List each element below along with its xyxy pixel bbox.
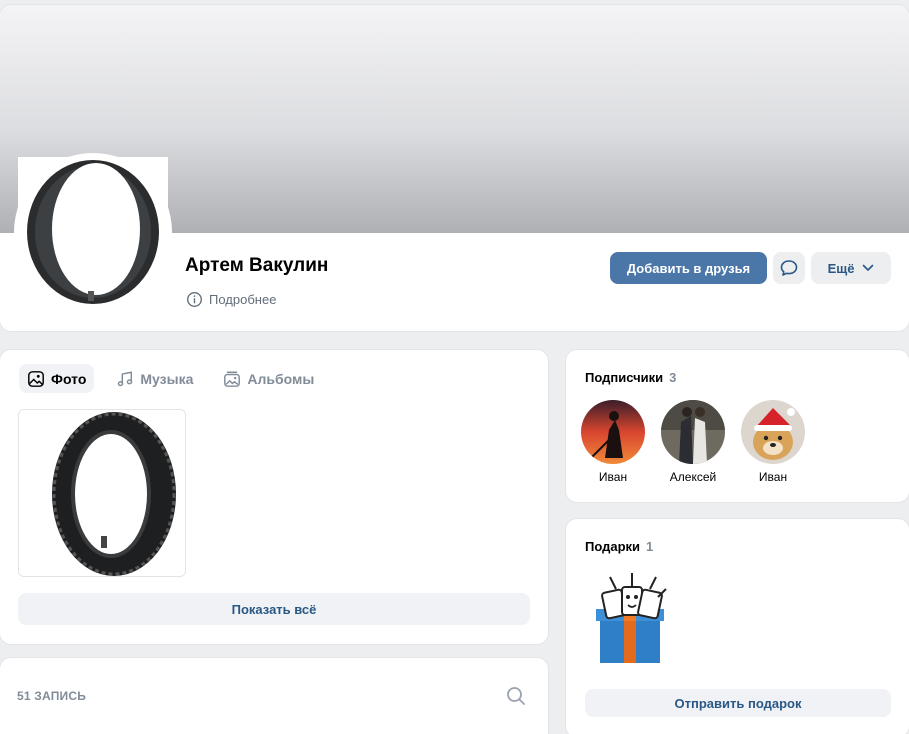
tab-albums[interactable]: Альбомы	[215, 364, 322, 393]
message-button[interactable]	[773, 252, 805, 284]
photo-icon	[28, 370, 44, 387]
gift-image[interactable]	[586, 569, 686, 669]
info-icon	[187, 292, 202, 307]
send-gift-button[interactable]: Отправить подарок	[585, 689, 891, 717]
search-icon[interactable]	[505, 685, 527, 707]
subscriber-item[interactable]: Алексей	[661, 400, 725, 484]
subscriber-name: Иван	[758, 470, 788, 484]
subscribers-count: 3	[669, 370, 677, 385]
media-card: Фото Музыка Альбомы Показать всё	[0, 349, 549, 645]
more-info-label: Подробнее	[209, 292, 277, 307]
tab-albums-label: Альбомы	[247, 370, 315, 387]
subscribers-card: Подписчики 3 Иван Алексей Иван	[565, 349, 909, 503]
subscriber-avatar-image	[741, 400, 805, 464]
gifts-title-label: Подарки	[585, 539, 641, 554]
profile-avatar[interactable]	[14, 153, 172, 311]
tab-music[interactable]: Музыка	[108, 364, 201, 393]
profile-header: Артем Вакулин Подробнее Добавить в друзь…	[0, 4, 909, 332]
chevron-down-icon	[863, 264, 874, 271]
more-info-link[interactable]: Подробнее	[186, 291, 276, 308]
subscribers-list: Иван Алексей Иван	[581, 400, 805, 484]
gifts-title[interactable]: Подарки 1	[585, 539, 653, 554]
gifts-card: Подарки 1 Отправить подарок	[565, 518, 909, 734]
tab-photos-label: Фото	[51, 370, 87, 387]
music-icon	[118, 371, 133, 386]
avatar	[661, 400, 725, 464]
more-button[interactable]: Ещё	[811, 252, 891, 284]
avatar	[741, 400, 805, 464]
subscriber-item[interactable]: Иван	[741, 400, 805, 484]
posts-card: 51 ЗАПИСЬ	[0, 657, 549, 734]
profile-name: Артем Вакулин	[185, 255, 329, 276]
subscribers-title[interactable]: Подписчики 3	[585, 370, 676, 385]
gifts-count: 1	[646, 539, 654, 554]
tire-avatar-image	[18, 157, 168, 307]
message-icon	[780, 260, 798, 276]
subscriber-item[interactable]: Иван	[581, 400, 645, 484]
posts-count: 51 ЗАПИСЬ	[17, 689, 87, 703]
subscriber-name: Алексей	[669, 470, 717, 484]
tab-photos[interactable]: Фото	[19, 364, 95, 393]
media-tabs: Фото Музыка Альбомы	[19, 364, 322, 393]
subscriber-avatar-image	[661, 400, 725, 464]
more-button-label: Ещё	[827, 260, 855, 276]
avatar	[581, 400, 645, 464]
subscriber-avatar-image	[581, 400, 645, 464]
show-all-button[interactable]: Показать всё	[18, 593, 530, 625]
subscriber-name: Иван	[598, 470, 628, 484]
tab-music-label: Музыка	[140, 370, 194, 387]
tire-photo-image	[19, 410, 185, 576]
subscribers-title-label: Подписчики	[585, 370, 664, 385]
add-friend-button[interactable]: Добавить в друзья	[610, 252, 767, 284]
album-icon	[224, 371, 241, 387]
photo-thumbnail[interactable]	[18, 409, 186, 577]
